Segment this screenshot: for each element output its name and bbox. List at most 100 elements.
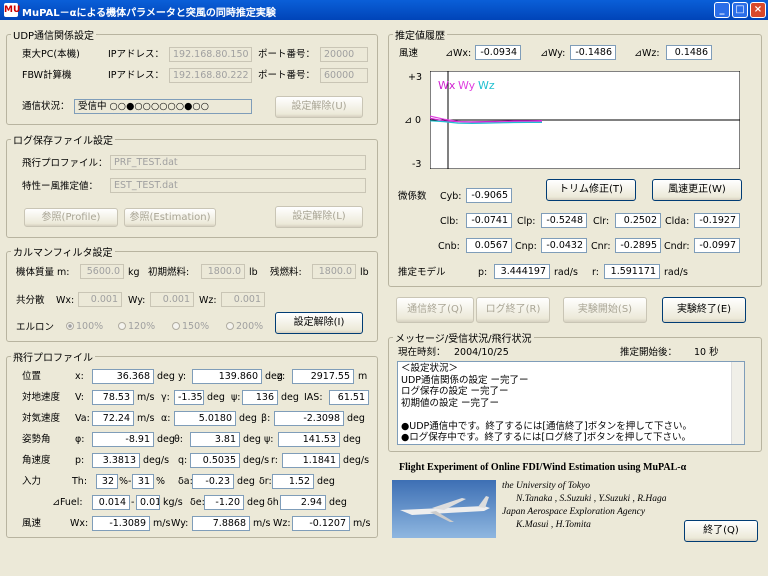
log-release-button[interactable]: 設定解除(L) — [275, 206, 363, 228]
fp-p-label: p: — [75, 455, 85, 466]
message-line — [401, 409, 741, 421]
fuelr-field[interactable]: 1800.0 — [312, 264, 356, 279]
model-r-value: 1.591171 — [604, 264, 660, 279]
model-r-label: r: — [592, 267, 599, 278]
comm-end-button[interactable]: 通信終了(Q) — [396, 297, 474, 323]
radio-icon — [172, 322, 180, 330]
minimize-button[interactable]: _ — [714, 2, 730, 18]
aileron-radio-150[interactable]: 150% — [172, 321, 209, 332]
fp-wz-label: Wz: — [273, 518, 291, 529]
fp-da-value: -0.23 — [192, 474, 234, 489]
cyb-label: Cyb: — [440, 191, 462, 202]
est-wind-label: 風速 — [399, 48, 419, 59]
fp-input-label: 入力 — [22, 476, 42, 487]
fp-wx-label: Wx: — [70, 518, 89, 529]
fp-z-unit: m — [358, 371, 368, 382]
fp-theta-value: 3.81 — [190, 432, 240, 447]
fp-dr-value: 1.52 — [272, 474, 314, 489]
cov-wy-field[interactable]: 0.001 — [150, 292, 194, 307]
port-label-2: ポート番号： — [258, 70, 316, 81]
exit-button[interactable]: 終了(Q) — [684, 520, 758, 542]
port-field-1[interactable]: 20000 — [320, 47, 368, 62]
fp-v-unit: m/s — [137, 392, 155, 403]
fp-fuel-unit: kg/s — [163, 497, 183, 508]
trim-fix-button[interactable]: トリム修正(T) — [546, 179, 636, 201]
cov-wz-field[interactable]: 0.001 — [221, 292, 265, 307]
mass-unit: kg — [128, 267, 140, 278]
cnr-value: -0.2895 — [615, 238, 661, 253]
fp-att-label: 姿勢角 — [22, 434, 51, 445]
dwz-label: ⊿Wz: — [634, 48, 660, 59]
fp-beta-unit: deg — [347, 413, 365, 424]
log-end-button[interactable]: ログ終了(R) — [476, 297, 550, 323]
fp-x-label: x: — [75, 371, 84, 382]
flight-profile-file[interactable]: PRF_TEST.dat — [110, 155, 366, 170]
aircraft-photo — [392, 480, 496, 538]
fp-da-unit: deg — [237, 476, 255, 487]
dwy-value: -0.1486 — [570, 45, 616, 60]
ip-field-2[interactable]: 192.168.80.222 — [169, 68, 252, 83]
fp-z-value: 2917.55 — [292, 369, 354, 384]
clp-value: -0.5248 — [541, 213, 587, 228]
model-r-unit: rad/s — [664, 267, 688, 278]
dwy-label: ⊿Wy: — [540, 48, 566, 59]
cndr-label: Cndr: — [664, 241, 690, 252]
fp-dh-unit: deg — [329, 497, 347, 508]
fp-gs-label: 対地速度 — [22, 392, 61, 403]
fp-wz-unit: m/s — [353, 518, 371, 529]
wind-history-chart: Wx Wy Wz — [430, 71, 740, 169]
aileron-radio-100[interactable]: 100% — [66, 321, 103, 332]
fp-v-label: V: — [75, 392, 84, 403]
aileron-radio-120[interactable]: 120% — [118, 321, 155, 332]
dwz-value: 0.1486 — [666, 45, 712, 60]
mass-field[interactable]: 5600.0 — [80, 264, 124, 279]
credits-line3: Japan Aerospace Exploration Agency — [502, 507, 646, 517]
cov-wx-field[interactable]: 0.001 — [78, 292, 122, 307]
fp-wz-value: -0.1207 — [292, 516, 350, 531]
udp-release-button[interactable]: 設定解除(U) — [275, 96, 363, 118]
fp-psi2-value: 141.53 — [278, 432, 340, 447]
model-p-value: 3.444197 — [494, 264, 550, 279]
model-p-label: p: — [478, 267, 488, 278]
message-line: UDP通信関係の設定 ー完了ー — [401, 374, 529, 386]
clda-label: Clda: — [665, 216, 690, 227]
message-scrollbar[interactable] — [731, 362, 744, 444]
aileron-radio-200[interactable]: 200% — [226, 321, 263, 332]
status-label: 通信状況： — [22, 101, 70, 112]
model-p-unit: rad/s — [554, 267, 578, 278]
legend-wy: Wy — [458, 79, 476, 92]
legend-wx: Wx — [438, 79, 456, 92]
port-field-2[interactable]: 60000 — [320, 68, 368, 83]
elapsed-label: 推定開始後： — [620, 347, 678, 358]
fp-p-unit: deg/s — [143, 455, 170, 466]
fp-th1-value: 32 — [96, 474, 118, 489]
title-bar[interactable]: MU MuPAL－αによる機体パラメータと突風の同時推定実験 _ □ × — [0, 0, 768, 20]
exp-start-button[interactable]: 実験開始(S) — [563, 297, 647, 323]
message-line: 初期値の設定 ー完了ー — [401, 397, 500, 409]
fp-x-unit: deg — [157, 371, 175, 382]
ip-field-1[interactable]: 192.168.80.150 — [169, 47, 252, 62]
fp-de-value: -1.20 — [204, 495, 244, 510]
fp-theta-label: θ: — [174, 434, 184, 445]
exp-end-button[interactable]: 実験終了(E) — [662, 297, 746, 323]
browse-profile-button[interactable]: 参照(Profile) — [24, 208, 118, 227]
cov-wy-label: Wy: — [128, 295, 146, 306]
fuelr-unit: lb — [360, 267, 369, 278]
status-value: 受信中 ○○●○○○○○○●○○ — [74, 99, 252, 114]
fp-th-pct: % — [156, 476, 166, 487]
char-file[interactable]: EST_TEST.dat — [110, 178, 366, 193]
dwx-label: ⊿Wx: — [445, 48, 472, 59]
log-legend: ログ保存ファイル設定 — [13, 136, 113, 147]
wind-update-button[interactable]: 風速更正(W) — [652, 179, 742, 201]
fp-fuel1-value: 0.014 — [92, 495, 130, 510]
fp-beta-value: -2.3098 — [274, 411, 344, 426]
browse-estimation-button[interactable]: 参照(Estimation) — [124, 208, 216, 227]
window-title: MuPAL－αによる機体パラメータと突風の同時推定実験 — [22, 8, 276, 19]
close-button[interactable]: × — [750, 2, 766, 18]
cnp-label: Cnp: — [515, 241, 537, 252]
legend-wz: Wz — [478, 79, 495, 92]
fuel0-field[interactable]: 1800.0 — [201, 264, 245, 279]
maximize-button[interactable]: □ — [732, 2, 748, 18]
message-log[interactable]: ＜設定状況＞ UDP通信関係の設定 ー完了ー ログ保存の設定 ー完了ー 初期値の設定 … — [397, 361, 745, 445]
kalman-release-button[interactable]: 設定解除(I) — [275, 312, 363, 334]
